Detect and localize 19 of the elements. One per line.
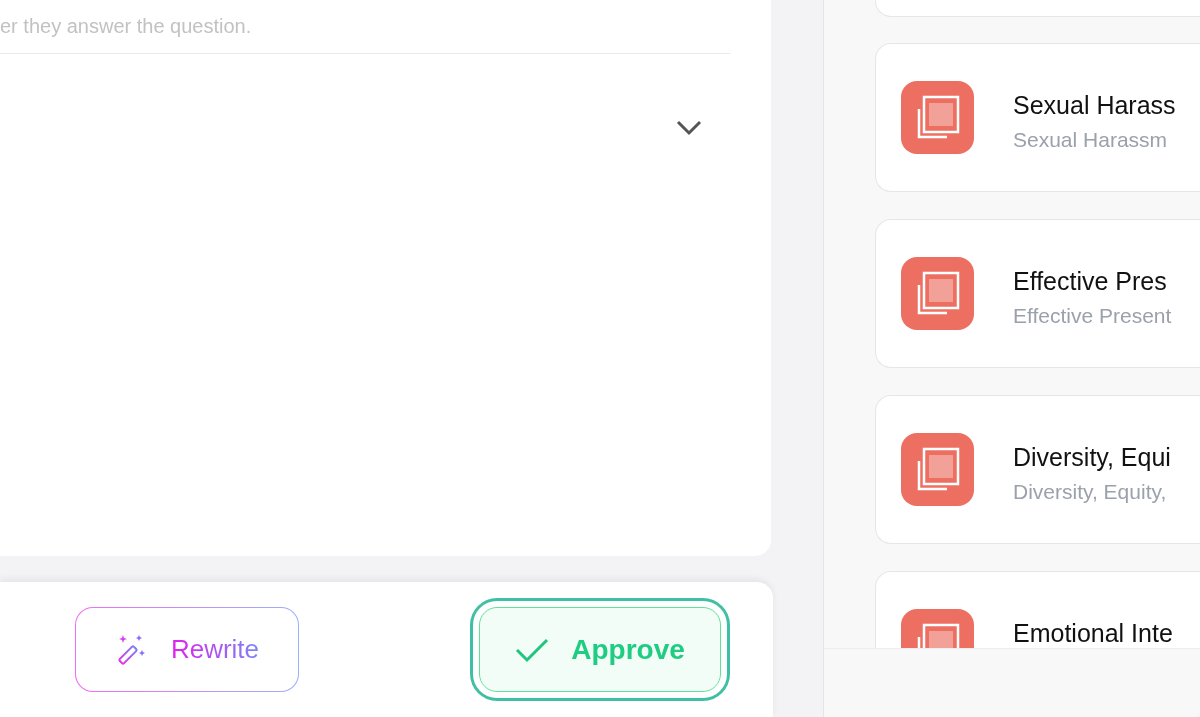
rewrite-button[interactable]: Rewrite <box>75 607 299 692</box>
check-icon <box>515 636 550 663</box>
document-title: Emotional Inte <box>1013 619 1173 648</box>
pdf-file-icon <box>901 433 974 506</box>
document-title: Diversity, Equi <box>1013 443 1171 472</box>
question-hint: er they answer the question. <box>0 14 253 39</box>
document-subtitle: Diversity, Equity, <box>1013 480 1168 504</box>
pdf-file-icon <box>901 257 974 330</box>
document-card[interactable]: Diversity, Equi Diversity, Equity, <box>875 395 1200 544</box>
document-subtitle: Sexual Harassm <box>1013 128 1169 152</box>
document-card[interactable]: Emotional Inte <box>875 571 1200 648</box>
document-card[interactable]: Sexual Harass Sexual Harassm <box>875 43 1200 192</box>
magic-wand-icon <box>117 634 145 665</box>
document-subtitle: Effective Present <box>1013 304 1172 328</box>
document-card[interactable]: Effective Pres Effective Present <box>875 219 1200 368</box>
chevron-down-icon[interactable] <box>676 120 702 136</box>
document-title: Effective Pres <box>1013 267 1168 296</box>
pdf-file-icon <box>901 81 974 154</box>
document-title: Sexual Harass <box>1013 91 1176 120</box>
